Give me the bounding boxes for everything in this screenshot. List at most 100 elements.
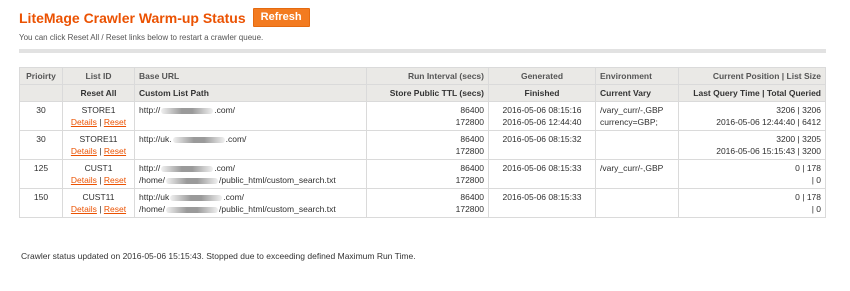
reset-all-link[interactable]: Reset All (62, 84, 135, 102)
url-cell: http:// .com/ (134, 101, 367, 131)
time-cell: 2016-05-06 08:15:33 (488, 188, 596, 218)
time-cell: 2016-05-06 08:15:16 2016-05-06 12:44:40 (488, 101, 596, 131)
col-environment: Environment (595, 67, 679, 85)
col-current-vary: Current Vary (595, 84, 679, 102)
details-link[interactable]: Details (71, 204, 97, 214)
env-cell (595, 130, 679, 160)
base-url-suffix: .com/ (214, 105, 236, 115)
interval-cell: 86400 172800 (366, 188, 489, 218)
redacted-blur (166, 206, 218, 213)
generated-time: 2016-05-06 08:15:33 (502, 192, 582, 202)
redacted-blur (170, 194, 223, 201)
url-cell: http://uk. .com/ (134, 130, 367, 160)
time-cell: 2016-05-06 08:15:33 (488, 159, 596, 189)
last-query: | 0 (811, 204, 821, 214)
last-query: 2016-05-06 15:15:43 | 3200 (716, 146, 821, 156)
refresh-button[interactable]: Refresh (252, 8, 310, 27)
generated-time: 2016-05-06 08:15:32 (502, 134, 582, 144)
interval-cell: 86400 172800 (366, 101, 489, 131)
list-id: STORE11 (79, 134, 118, 144)
details-link[interactable]: Details (71, 117, 97, 127)
col-custom-list-path: Custom List Path (134, 84, 367, 102)
list-id: STORE1 (81, 105, 116, 115)
position-cell: 0 | 178 | 0 (678, 159, 826, 189)
list-path-suffix: /public_html/custom_search.txt (219, 204, 336, 214)
header-row-2: Reset All Custom List Path Store Public … (19, 84, 826, 102)
base-url-prefix: http://uk (139, 192, 170, 202)
link-separator: | (99, 146, 102, 156)
last-query: 2016-05-06 12:44:40 | 6412 (716, 117, 821, 127)
priority-cell: 125 (19, 159, 63, 189)
last-query: | 0 (811, 175, 821, 185)
reset-link[interactable]: Reset (104, 146, 126, 156)
store-ttl: 172800 (455, 175, 484, 185)
table-row: 125 CUST1 Details | Reset http:// .com/ /… (19, 159, 826, 189)
store-ttl: 172800 (455, 204, 484, 214)
run-interval: 86400 (460, 192, 484, 202)
interval-cell: 86400 172800 (366, 159, 489, 189)
env-cell: /vary_curr/-,GBP (595, 159, 679, 189)
col-finished: Finished (488, 84, 596, 102)
page-header: LiteMage Crawler Warm-up Status Refresh (19, 8, 310, 27)
col-run-interval: Run Interval (secs) (366, 67, 489, 85)
finished-time: 2016-05-06 12:44:40 (502, 117, 582, 127)
table-row: 30 STORE1 Details | Reset http:// .com/ 8… (19, 101, 826, 131)
env-cell (595, 188, 679, 218)
current-position: 3200 | 3205 (776, 134, 821, 144)
reset-link[interactable]: Reset (104, 204, 126, 214)
env-cell: /vary_curr/-,GBP currency=GBP; (595, 101, 679, 131)
col-priority-2 (19, 84, 63, 102)
redacted-blur (172, 136, 225, 143)
time-cell: 2016-05-06 08:15:32 (488, 130, 596, 160)
position-cell: 3200 | 3205 2016-05-06 15:15:43 | 3200 (678, 130, 826, 160)
divider (19, 49, 826, 53)
col-current-position: Current Position | List Size (678, 67, 826, 85)
generated-time: 2016-05-06 08:15:33 (502, 163, 582, 173)
url-cell: http:// .com/ /home/ /public_html/custom_s… (134, 159, 367, 189)
position-cell: 0 | 178 | 0 (678, 188, 826, 218)
link-separator: | (99, 117, 102, 127)
interval-cell: 86400 172800 (366, 130, 489, 160)
reset-link[interactable]: Reset (104, 117, 126, 127)
table-row: 30 STORE11 Details | Reset http://uk. .co… (19, 130, 826, 160)
generated-time: 2016-05-06 08:15:16 (502, 105, 582, 115)
redacted-blur (166, 177, 218, 184)
list-path-suffix: /public_html/custom_search.txt (219, 175, 336, 185)
help-text: You can click Reset All / Reset links be… (19, 33, 264, 42)
list-id-cell: CUST1 Details | Reset (62, 159, 135, 189)
crawler-status-text: Crawler status updated on 2016-05-06 15:… (21, 251, 416, 261)
position-cell: 3206 | 3206 2016-05-06 12:44:40 | 6412 (678, 101, 826, 131)
col-priority: Prioirty (19, 67, 63, 85)
current-vary: currency=GBP; (600, 117, 658, 127)
base-url-suffix: .com/ (223, 192, 245, 202)
environment: /vary_curr/-,GBP (600, 163, 664, 173)
run-interval: 86400 (460, 105, 484, 115)
url-cell: http://uk .com/ /home/ /public_html/custom… (134, 188, 367, 218)
priority-cell: 30 (19, 101, 63, 131)
priority-cell: 30 (19, 130, 63, 160)
col-list-id: List ID (62, 67, 135, 85)
store-ttl: 172800 (455, 146, 484, 156)
base-url-prefix: http:// (139, 163, 161, 173)
list-id: CUST11 (82, 192, 115, 202)
current-position: 3206 | 3206 (776, 105, 821, 115)
header-row-1: Prioirty List ID Base URL Run Interval (… (19, 67, 826, 85)
redacted-blur (161, 107, 214, 114)
list-path-prefix: /home/ (139, 175, 165, 185)
current-position: 0 | 178 (795, 192, 821, 202)
base-url-suffix: .com/ (214, 163, 236, 173)
base-url-prefix: http://uk. (139, 134, 172, 144)
list-id-cell: STORE1 Details | Reset (62, 101, 135, 131)
details-link[interactable]: Details (71, 146, 97, 156)
page-title: LiteMage Crawler Warm-up Status (19, 9, 246, 26)
run-interval: 86400 (460, 134, 484, 144)
reset-link[interactable]: Reset (104, 175, 126, 185)
redacted-blur (161, 165, 214, 172)
list-id-cell: STORE11 Details | Reset (62, 130, 135, 160)
current-position: 0 | 178 (795, 163, 821, 173)
col-store-ttl: Store Public TTL (secs) (366, 84, 489, 102)
details-link[interactable]: Details (71, 175, 97, 185)
crawler-table: Prioirty List ID Base URL Run Interval (… (19, 67, 826, 218)
run-interval: 86400 (460, 163, 484, 173)
list-path-prefix: /home/ (139, 204, 165, 214)
